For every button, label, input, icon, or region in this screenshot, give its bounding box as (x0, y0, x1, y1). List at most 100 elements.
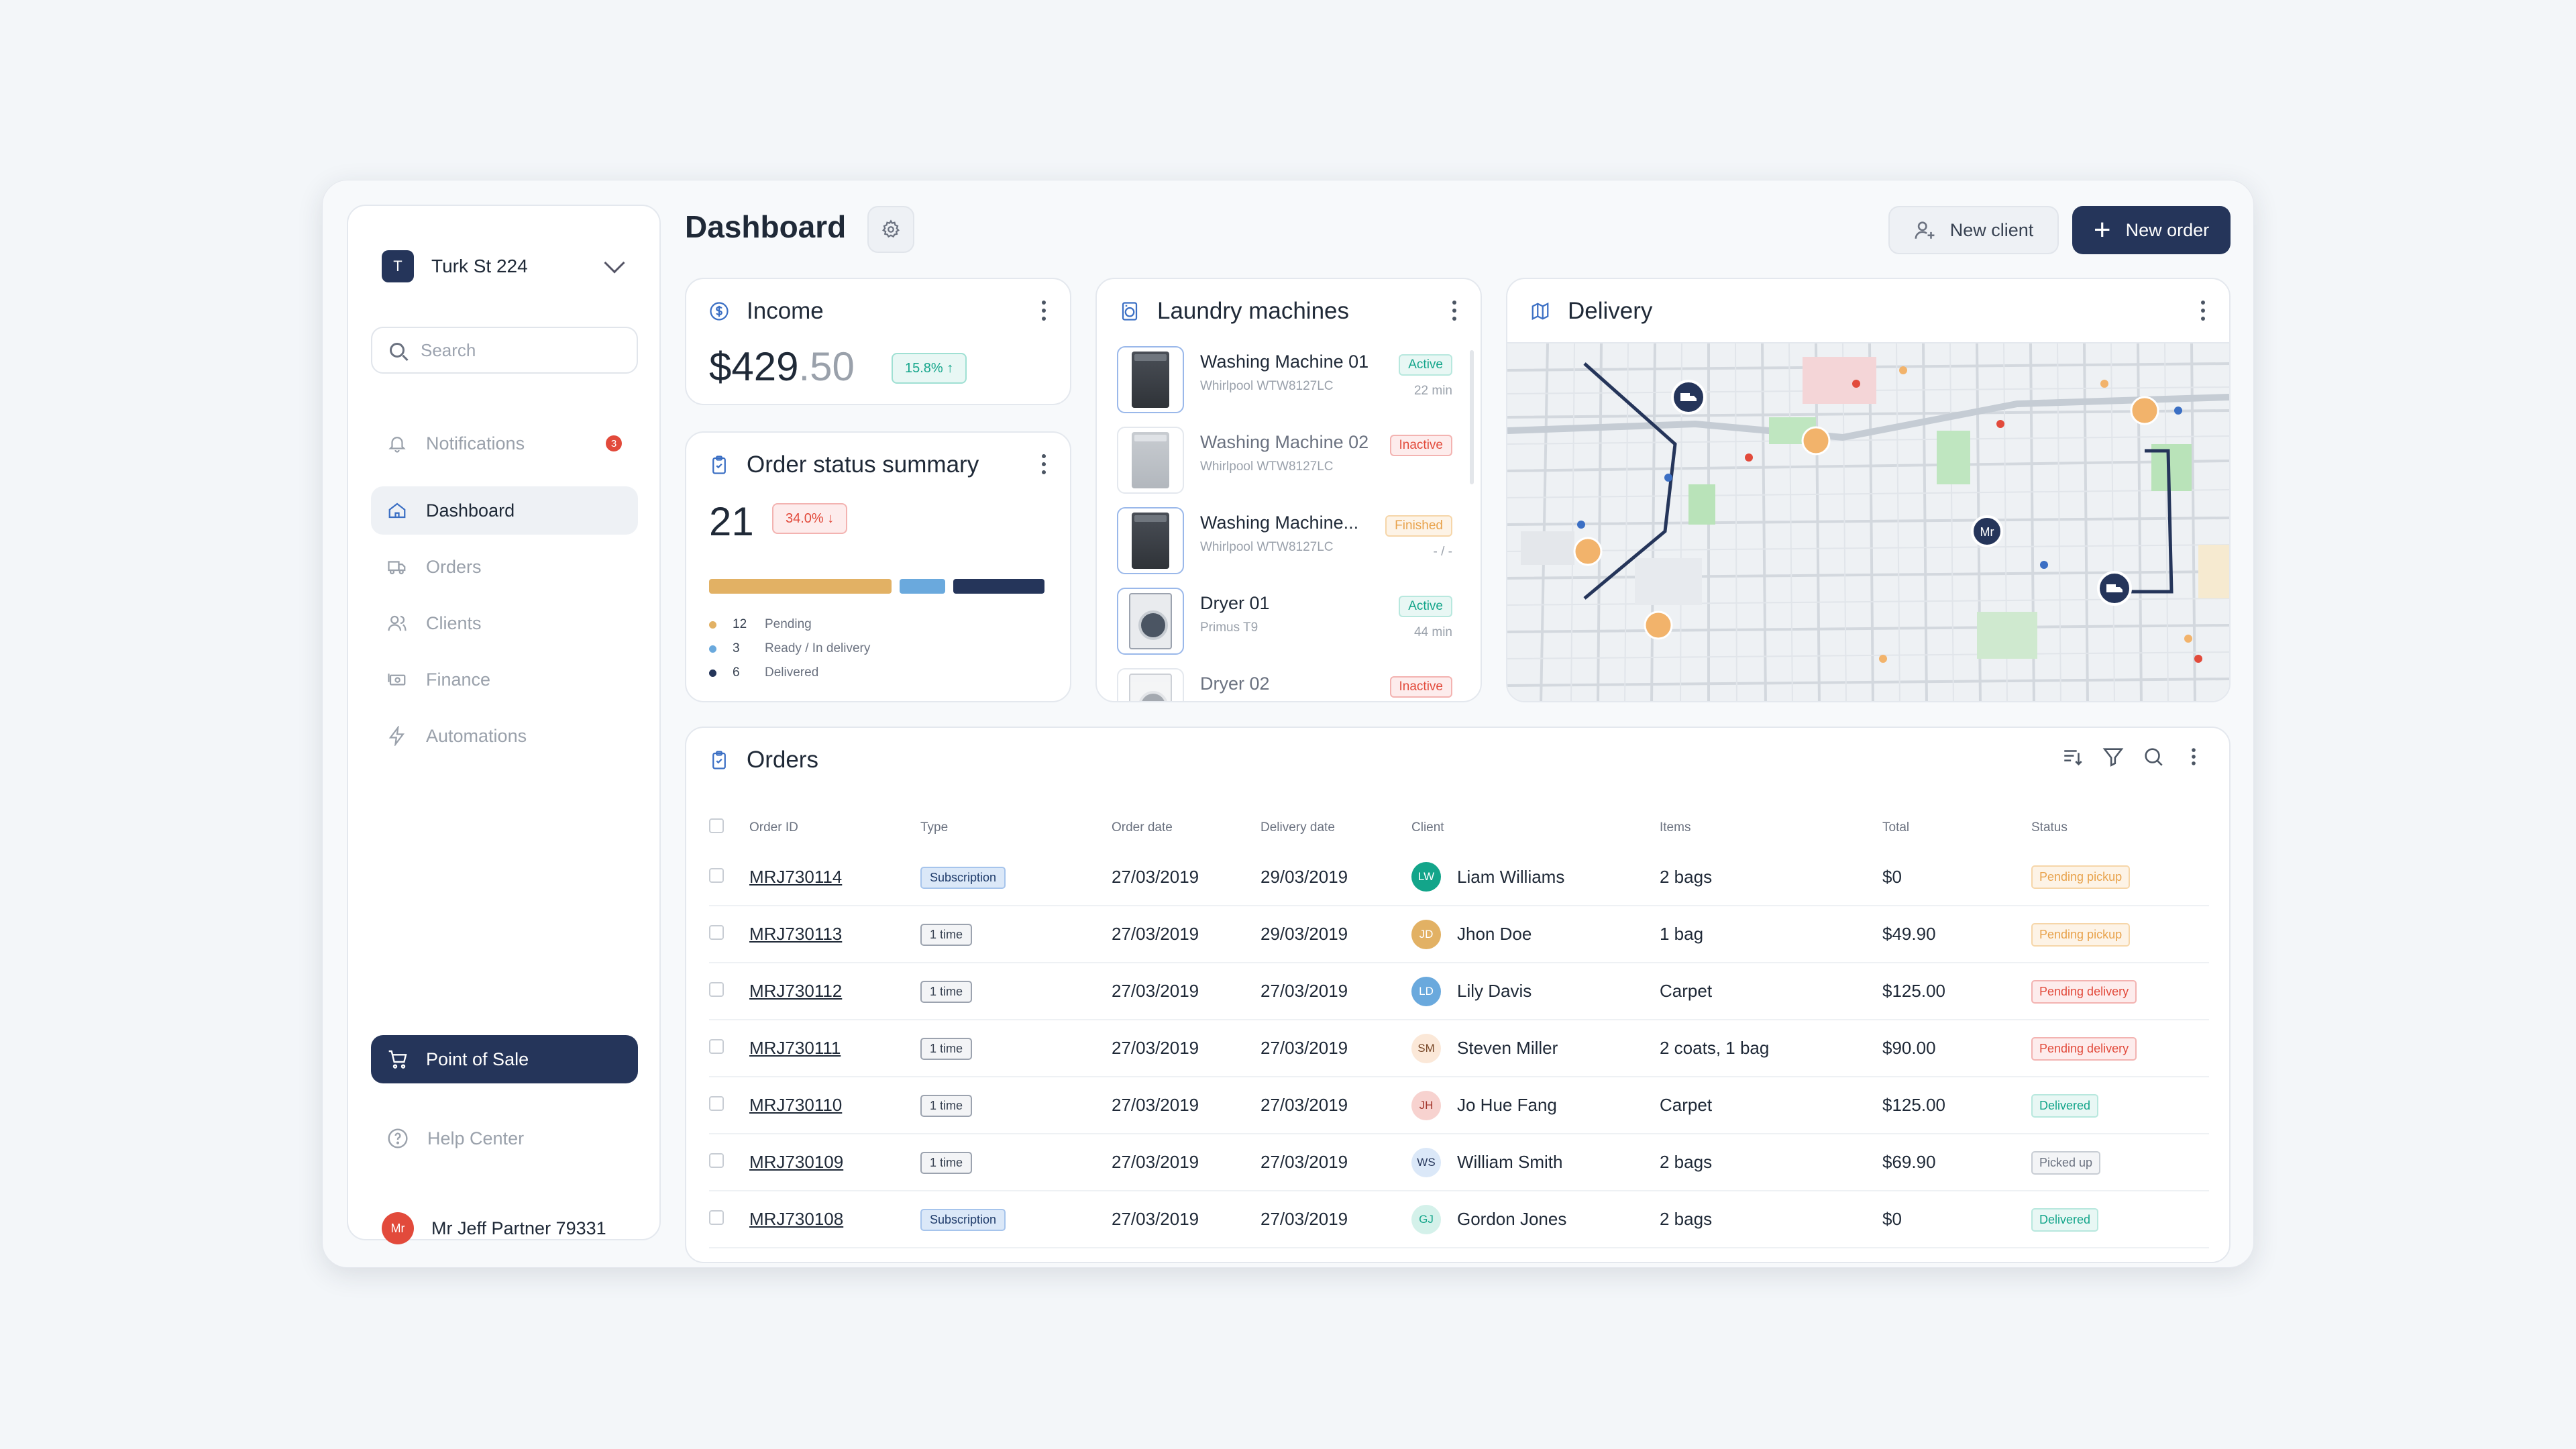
search-icon[interactable] (2142, 745, 2165, 768)
settings-button[interactable] (867, 206, 914, 253)
table-row[interactable]: MRJ730109 1 time 27/03/2019 27/03/2019 W… (709, 1134, 2209, 1191)
machine-thumbnail (1117, 507, 1184, 574)
sidebar-item-dashboard[interactable]: Dashboard (371, 486, 638, 535)
order-id-link[interactable]: MRJ730110 (749, 1095, 842, 1115)
row-checkbox[interactable] (709, 1096, 724, 1111)
sidebar-item-automations[interactable]: Automations (371, 712, 638, 760)
column-header[interactable]: Type (920, 807, 1112, 849)
status-badge: Inactive (1389, 676, 1452, 698)
delivery-date: 29/03/2019 (1260, 906, 1411, 963)
order-id-link[interactable]: MRJ730109 (749, 1152, 843, 1172)
sort-icon[interactable] (2061, 745, 2084, 768)
order-total: $90.00 (1882, 1020, 2031, 1077)
workspace-badge: T (382, 250, 414, 282)
more-options-icon[interactable] (2182, 745, 2205, 768)
scrollbar[interactable] (1470, 350, 1474, 484)
row-checkbox[interactable] (709, 1210, 724, 1225)
sidebar-item-finance[interactable]: Finance (371, 655, 638, 704)
more-options-icon[interactable] (2201, 301, 2205, 325)
delivery-map[interactable]: Mr (1507, 342, 2229, 701)
search-input[interactable]: Search (371, 327, 638, 374)
column-header[interactable]: Delivery date (1260, 807, 1411, 849)
chevron-down-icon (604, 252, 625, 274)
row-checkbox[interactable] (709, 925, 724, 940)
order-total: $0 (1882, 849, 2031, 906)
sidebar-item-label: Clients (426, 612, 482, 633)
orders-card: Orders Order ID Type Order date Delivery… (685, 727, 2231, 1263)
sidebar-item-label: Finance (426, 669, 491, 690)
order-items: 2 bags (1660, 1191, 1882, 1248)
row-checkbox[interactable] (709, 982, 724, 997)
row-checkbox[interactable] (709, 867, 724, 883)
table-row[interactable]: MRJ730114 Subscription 27/03/2019 29/03/… (709, 849, 2209, 906)
avatar: JD (1411, 919, 1441, 949)
sidebar-item-label: Notifications (426, 433, 525, 453)
machine-model: Whirlpool WTW8127LC (1200, 540, 1334, 554)
legend-item: 6 Delivered (709, 661, 870, 685)
machine-name: Washing Machine... (1200, 513, 1359, 533)
delivery-date: 27/03/2019 (1260, 1077, 1411, 1134)
more-options-icon[interactable] (1452, 301, 1456, 325)
income-change-badge: 15.8% ↑ (892, 353, 967, 384)
map-icon (1532, 302, 1549, 321)
point-of-sale-button[interactable]: Point of Sale (371, 1035, 638, 1083)
column-header[interactable]: Items (1660, 807, 1882, 849)
order-id-link[interactable]: MRJ730114 (749, 867, 842, 887)
new-client-label: New client (1949, 219, 2034, 240)
more-options-icon[interactable] (1042, 301, 1046, 325)
machine-item[interactable]: Washing Machine... Whirlpool WTW8127LC Fi… (1117, 507, 1466, 588)
user-profile[interactable]: Mr Mr Jeff Partner 79331 (382, 1212, 606, 1244)
table-row[interactable]: MRJ730111 1 time 27/03/2019 27/03/2019 S… (709, 1020, 2209, 1077)
new-client-button[interactable]: New client (1888, 206, 2059, 254)
order-id-link[interactable]: MRJ730113 (749, 924, 842, 944)
order-id-link[interactable]: MRJ730111 (749, 1038, 841, 1058)
order-id-link[interactable]: MRJ730108 (749, 1209, 843, 1229)
new-order-button[interactable]: + New order (2072, 206, 2231, 254)
machine-thumbnail (1117, 588, 1184, 655)
machine-item[interactable]: Dryer 01 Primus T9 Active 44 min (1117, 588, 1466, 668)
sidebar-item-clients[interactable]: Clients (371, 599, 638, 647)
row-checkbox[interactable] (709, 1039, 724, 1054)
table-header-row: Order ID Type Order date Delivery date C… (709, 807, 2209, 849)
truck-icon (387, 557, 407, 577)
machine-item[interactable]: Washing Machine 02 Whirlpool WTW8127LC In… (1117, 427, 1466, 507)
machine-item[interactable]: Dryer 02 Inactive (1117, 668, 1466, 701)
sidebar-item-orders[interactable]: Orders (371, 543, 638, 591)
clipboard-icon (712, 751, 726, 769)
select-all-checkbox[interactable] (709, 818, 724, 833)
workspace-selector[interactable]: T Turk St 224 (382, 249, 630, 284)
users-icon (387, 613, 407, 633)
more-options-icon[interactable] (1042, 454, 1046, 478)
filter-icon[interactable] (2102, 745, 2125, 768)
machine-item[interactable]: Washing Machine 01 Whirlpool WTW8127LC Ac… (1117, 346, 1466, 427)
table-row[interactable]: MRJ730110 1 time 27/03/2019 27/03/2019 J… (709, 1077, 2209, 1134)
row-checkbox[interactable] (709, 1153, 724, 1168)
client-name: William Smith (1457, 1152, 1563, 1172)
avatar: GJ (1411, 1204, 1441, 1234)
table-row[interactable]: MRJ730113 1 time 27/03/2019 29/03/2019 J… (709, 906, 2209, 963)
column-header[interactable]: Order ID (749, 807, 920, 849)
sidebar-item-notifications[interactable]: Notifications 3 (371, 419, 638, 468)
orders-toolbar (2061, 745, 2205, 768)
sidebar-item-label: Orders (426, 556, 482, 577)
column-header[interactable]: Status (2031, 807, 2209, 849)
column-header[interactable]: Client (1411, 807, 1660, 849)
table-row[interactable]: MRJ730108 Subscription 27/03/2019 27/03/… (709, 1191, 2209, 1248)
client-cell: JH Jo Hue Fang (1411, 1090, 1660, 1120)
column-header[interactable]: Total (1882, 807, 2031, 849)
order-id-link[interactable]: MRJ730112 (749, 981, 842, 1001)
delivery-card: Delivery Mr (1506, 278, 2231, 702)
client-name: Gordon Jones (1457, 1209, 1567, 1229)
table-row[interactable]: MRJ730112 1 time 27/03/2019 27/03/2019 L… (709, 963, 2209, 1020)
order-date: 27/03/2019 (1112, 1191, 1260, 1248)
income-amount: $429.50 (709, 344, 855, 389)
machine-time: - / - (1433, 545, 1453, 559)
help-center-link[interactable]: Help Center (387, 1128, 524, 1149)
order-items: 1 bag (1660, 906, 1882, 963)
column-header[interactable]: Order date (1112, 807, 1260, 849)
legend-label: Delivered (765, 665, 819, 680)
machine-name: Washing Machine 02 (1200, 432, 1369, 452)
avatar: JH (1411, 1090, 1441, 1120)
order-type-badge: Subscription (920, 866, 1006, 889)
status-bar-segment (900, 579, 945, 594)
